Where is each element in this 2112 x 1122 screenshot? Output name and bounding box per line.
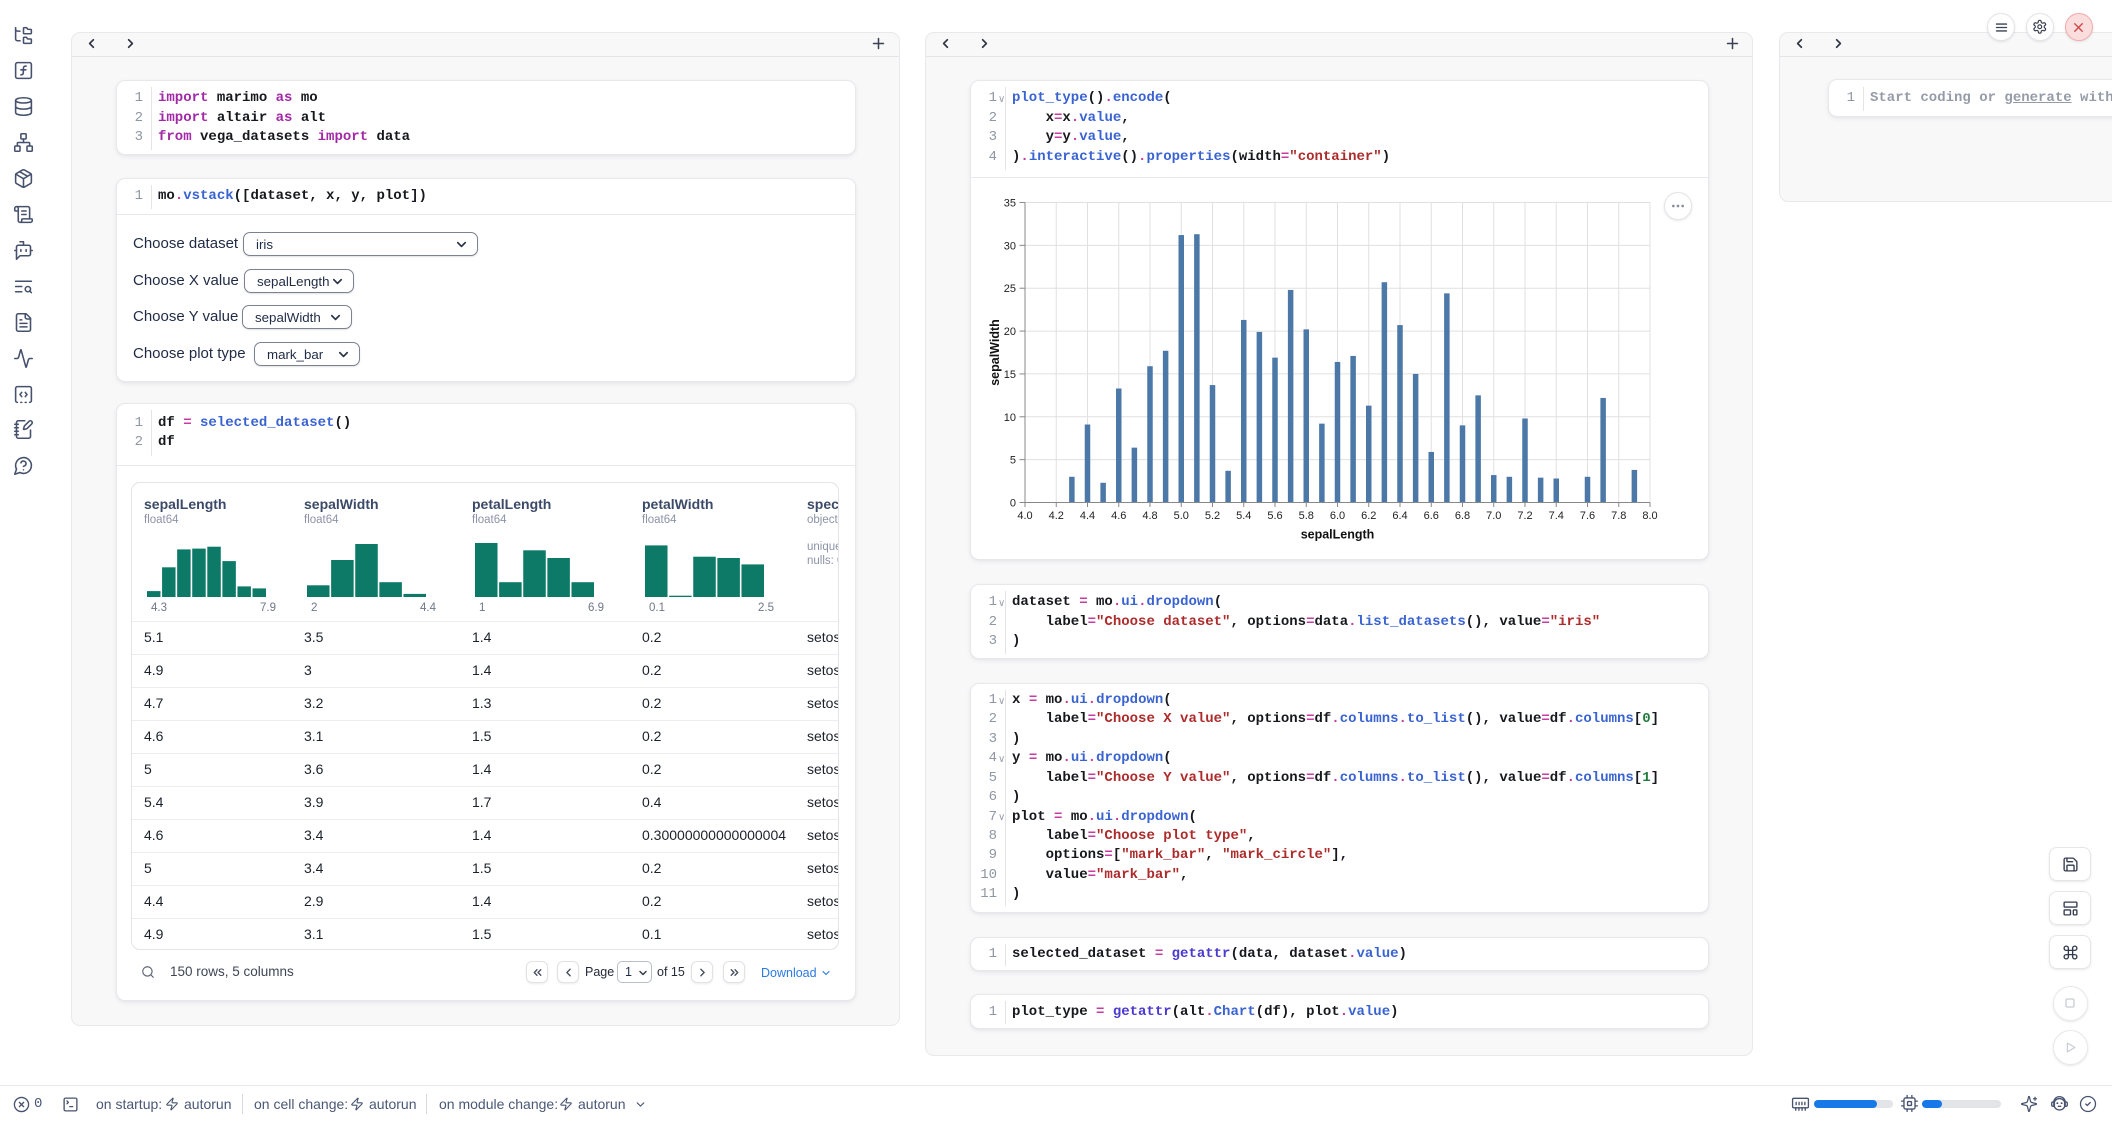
svg-text:sepalWidth: sepalWidth: [988, 319, 1002, 386]
svg-text:6.0: 6.0: [1330, 510, 1345, 522]
svg-text:7.4: 7.4: [1549, 510, 1564, 522]
svg-text:0: 0: [1010, 498, 1016, 510]
svg-text:7.2: 7.2: [1517, 510, 1532, 522]
svg-text:4.6: 4.6: [1111, 510, 1126, 522]
svg-text:15: 15: [1004, 369, 1016, 381]
svg-text:6.2: 6.2: [1361, 510, 1376, 522]
svg-text:4.8: 4.8: [1142, 510, 1157, 522]
svg-text:7.0: 7.0: [1486, 510, 1501, 522]
svg-text:7.6: 7.6: [1580, 510, 1595, 522]
svg-text:5.8: 5.8: [1299, 510, 1314, 522]
svg-text:6.6: 6.6: [1424, 510, 1439, 522]
svg-text:25: 25: [1004, 283, 1016, 295]
svg-text:5: 5: [1010, 455, 1016, 467]
svg-text:4.2: 4.2: [1049, 510, 1064, 522]
svg-text:8.0: 8.0: [1642, 510, 1657, 522]
svg-text:35: 35: [1004, 198, 1016, 210]
svg-text:5.0: 5.0: [1174, 510, 1189, 522]
svg-text:5.6: 5.6: [1267, 510, 1282, 522]
svg-text:5.2: 5.2: [1205, 510, 1220, 522]
svg-text:sepalLength: sepalLength: [1301, 528, 1375, 542]
svg-text:4.0: 4.0: [1017, 510, 1032, 522]
svg-text:6.4: 6.4: [1392, 510, 1407, 522]
svg-text:20: 20: [1004, 326, 1016, 338]
svg-text:7.8: 7.8: [1611, 510, 1626, 522]
svg-text:30: 30: [1004, 240, 1016, 252]
svg-text:10: 10: [1004, 412, 1016, 424]
svg-text:4.4: 4.4: [1080, 510, 1095, 522]
svg-text:6.8: 6.8: [1455, 510, 1470, 522]
svg-text:5.4: 5.4: [1236, 510, 1251, 522]
